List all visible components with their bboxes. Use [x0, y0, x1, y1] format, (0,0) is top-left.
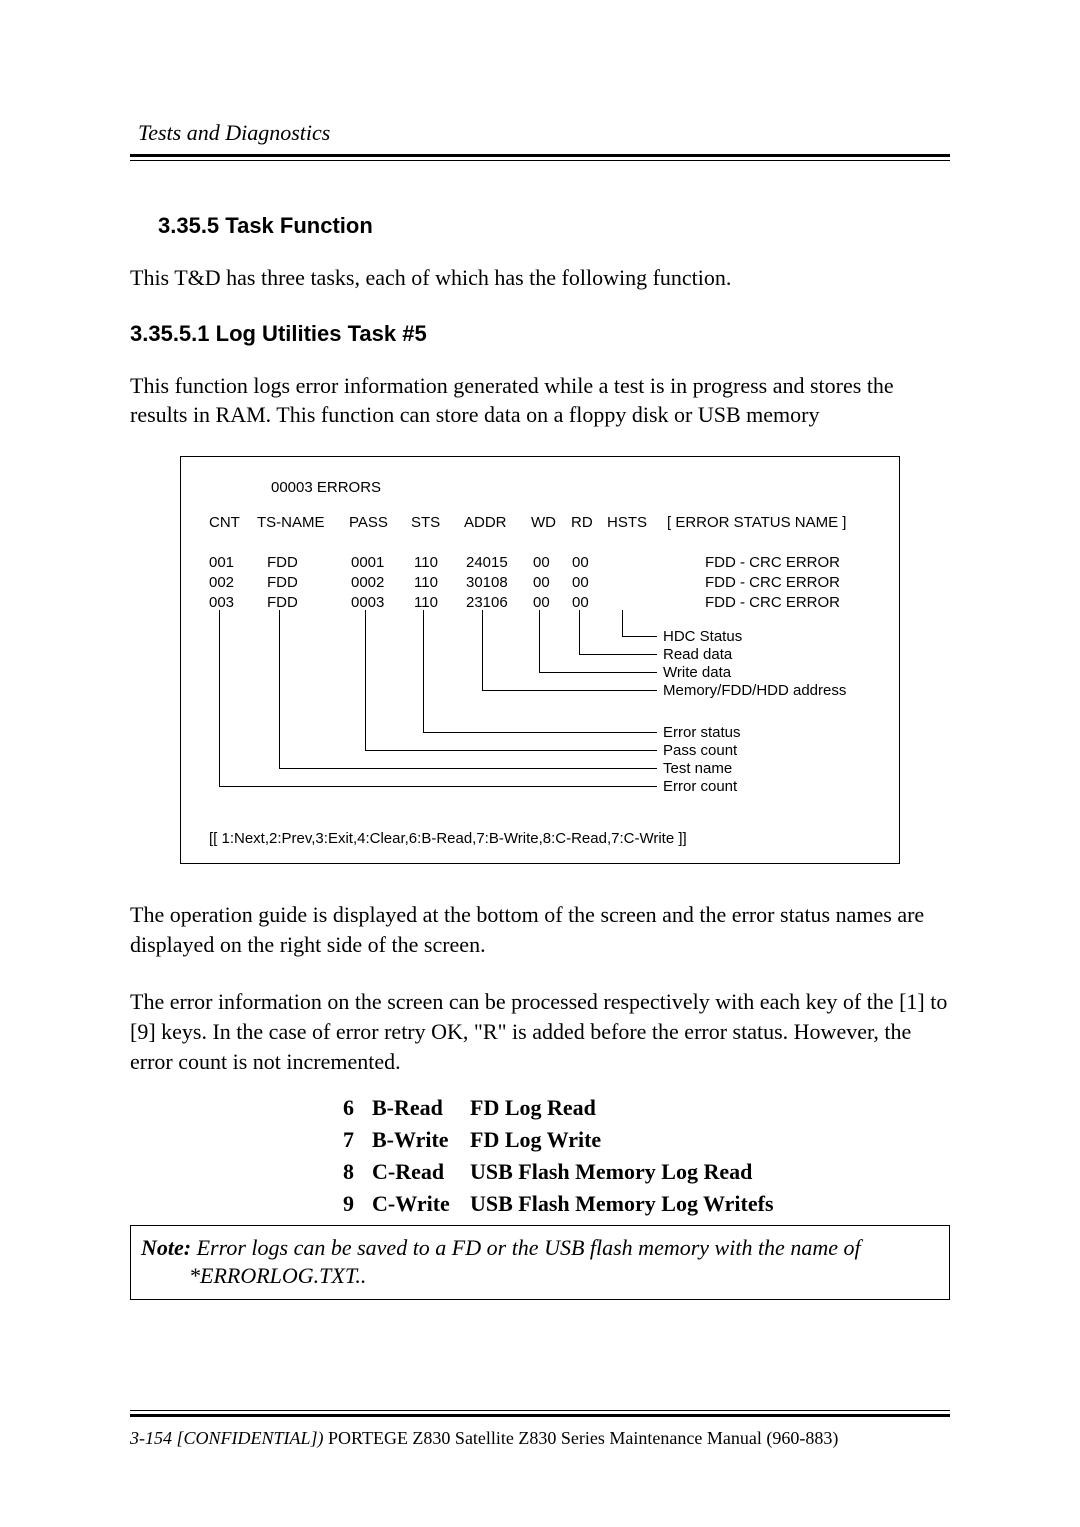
key-number: 7: [318, 1127, 354, 1153]
key-description: FD Log Read: [470, 1095, 596, 1121]
connector-line: [365, 750, 657, 751]
key-description: USB Flash Memory Log Writefs: [470, 1191, 774, 1217]
cell: 110: [414, 574, 438, 591]
cell: 001: [209, 554, 234, 571]
cell: FDD - CRC ERROR: [705, 554, 840, 571]
heading-log-utilities: 3.35.5.1 Log Utilities Task #5: [130, 321, 950, 347]
cell: 0001: [351, 554, 384, 571]
cell: 110: [414, 554, 438, 571]
cell: FDD - CRC ERROR: [705, 574, 840, 591]
col-addr: ADDR: [464, 514, 507, 531]
diagram-operation-guide: [[ 1:Next,2:Prev,3:Exit,4:Clear,6:B-Read…: [209, 830, 871, 847]
legend-error-count: Error count: [663, 778, 737, 795]
cell: FDD: [267, 554, 298, 571]
col-tsname: TS-NAME: [257, 514, 325, 531]
col-sts: STS: [411, 514, 440, 531]
key-description: FD Log Write: [470, 1127, 601, 1153]
note-text-line2: *ERRORLOG.TXT..: [189, 1262, 933, 1291]
header-rule: [130, 157, 950, 161]
cell: 002: [209, 574, 234, 591]
col-rd: RD: [571, 514, 593, 531]
col-esn: [ ERROR STATUS NAME ]: [667, 514, 846, 531]
error-log-diagram: 00003 ERRORS CNT TS-NAME PASS STS ADDR W…: [180, 456, 900, 864]
connector-line: [622, 636, 657, 637]
legend-pass-count: Pass count: [663, 742, 737, 759]
cell: FDD: [267, 594, 298, 611]
cell: 00: [572, 594, 589, 611]
cell: 110: [414, 594, 438, 611]
key-command: B-Read: [354, 1095, 470, 1121]
page-footer: 3-154 [CONFIDENTIAL]) PORTEGE Z830 Satel…: [130, 1410, 950, 1449]
connector-line: [482, 610, 483, 690]
footer-manual-title: PORTEGE Z830 Satellite Z830 Series Maint…: [324, 1428, 839, 1448]
key-command: C-Read: [354, 1159, 470, 1185]
key-command: C-Write: [354, 1191, 470, 1217]
legend-read-data: Read data: [663, 646, 732, 663]
cell: FDD: [267, 574, 298, 591]
footer-rule: [130, 1414, 950, 1428]
heading-task-function: 3.35.5 Task Function: [158, 213, 950, 239]
connector-line: [579, 654, 657, 655]
col-hsts: HSTS: [607, 514, 647, 531]
legend-test-name: Test name: [663, 760, 732, 777]
cell: 00: [533, 594, 550, 611]
paragraph: This T&D has three tasks, each of which …: [130, 263, 950, 293]
connector-line: [482, 690, 657, 691]
connector-line: [219, 786, 657, 787]
key-number: 6: [318, 1095, 354, 1121]
paragraph: The error information on the screen can …: [130, 987, 950, 1076]
key-row: 6 B-Read FD Log Read: [318, 1095, 950, 1121]
cell: 24015: [466, 554, 508, 571]
cell: FDD - CRC ERROR: [705, 594, 840, 611]
cell: 003: [209, 594, 234, 611]
legend-memory-address: Memory/FDD/HDD address: [663, 682, 846, 699]
cell: 0002: [351, 574, 384, 591]
running-header: Tests and Diagnostics: [130, 120, 950, 157]
cell: 00: [533, 554, 550, 571]
cell: 23106: [466, 594, 508, 611]
cell: 30108: [466, 574, 508, 591]
key-command: B-Write: [354, 1127, 470, 1153]
connector-line: [539, 610, 540, 672]
paragraph: The operation guide is displayed at the …: [130, 900, 950, 959]
col-cnt: CNT: [209, 514, 240, 531]
connector-line: [279, 610, 280, 768]
note-text: Error logs can be saved to a FD or the U…: [191, 1235, 861, 1260]
legend-write-data: Write data: [663, 664, 731, 681]
key-row: 9 C-Write USB Flash Memory Log Writefs: [318, 1191, 950, 1217]
connector-line: [423, 610, 424, 732]
connector-line: [622, 610, 623, 636]
key-number: 9: [318, 1191, 354, 1217]
footer-page-confidential: 3-154 [CONFIDENTIAL]): [130, 1428, 324, 1448]
legend-error-status: Error status: [663, 724, 741, 741]
col-wd: WD: [531, 514, 556, 531]
connector-line: [279, 768, 657, 769]
diagram-column-headers: CNT TS-NAME PASS STS ADDR WD RD HSTS [ E…: [209, 514, 871, 536]
diagram-title: 00003 ERRORS: [271, 479, 871, 496]
legend-hdc-status: HDC Status: [663, 628, 742, 645]
key-description: USB Flash Memory Log Read: [470, 1159, 752, 1185]
connector-line: [539, 672, 657, 673]
paragraph: This function logs error information gen…: [130, 371, 950, 430]
key-number: 8: [318, 1159, 354, 1185]
col-pass: PASS: [349, 514, 388, 531]
connector-line: [423, 732, 657, 733]
cell: 00: [533, 574, 550, 591]
note-label: Note:: [141, 1235, 191, 1260]
key-row: 7 B-Write FD Log Write: [318, 1127, 950, 1153]
note-box: Note: Error logs can be saved to a FD or…: [130, 1225, 950, 1300]
connector-line: [219, 610, 220, 786]
cell: 00: [572, 554, 589, 571]
cell: 0003: [351, 594, 384, 611]
cell: 00: [572, 574, 589, 591]
key-row: 8 C-Read USB Flash Memory Log Read: [318, 1159, 950, 1185]
connector-line: [365, 610, 366, 750]
connector-line: [579, 610, 580, 654]
key-operations-table: 6 B-Read FD Log Read 7 B-Write FD Log Wr…: [318, 1095, 950, 1217]
